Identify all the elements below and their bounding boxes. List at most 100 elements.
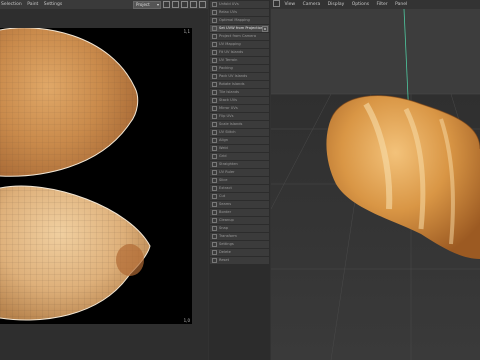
uv-layout-svg [0,28,155,324]
tool-item[interactable]: Relax UVs [210,9,269,16]
pin-icon[interactable] [172,1,179,8]
tool-icon [212,241,217,247]
tool-icon [212,217,217,223]
tool-label: Align [219,138,229,142]
tool-item[interactable]: Delete [210,249,269,256]
tool-item[interactable]: Straighten [210,161,269,168]
tool-item[interactable]: Packing [210,65,269,72]
tool-label: Packing [219,66,233,70]
tool-icon [212,105,217,111]
tool-label: Straighten [219,162,238,166]
tool-item[interactable]: Pack UV Islands [210,73,269,80]
tool-item[interactable]: Optimal Mapping [210,17,269,24]
tool-icon [212,169,217,175]
tool-label: UV Ruler [219,170,235,174]
menu-panel[interactable]: Panel [395,2,407,7]
3d-viewport[interactable]: View Camera Display Options Filter Panel [271,0,480,360]
tool-icon [212,33,217,39]
menu-display[interactable]: Display [328,2,345,7]
tool-label: Settings [219,242,234,246]
tool-label: Flip UVs [219,114,234,118]
tool-item[interactable]: Slice [210,177,269,184]
menu-camera[interactable]: Camera [303,2,321,7]
tool-item[interactable]: Settings [210,241,269,248]
tool-item[interactable]: Mirror UVs [210,105,269,112]
projection-select[interactable]: Project ▾ [133,0,161,9]
tool-label: UV Stitch [219,130,236,134]
tool-label: Weld [219,146,228,150]
texture-icon[interactable] [190,1,197,8]
uv-canvas[interactable]: 1,1 1,0 [0,28,192,324]
tool-item[interactable]: Transform [210,233,269,240]
tool-item[interactable]: Extract [210,185,269,192]
tool-icon [212,49,217,55]
viewport-icon [273,0,280,7]
tool-icon [212,209,217,215]
tool-label: Extract [219,186,232,190]
tool-label: Snap [219,226,229,230]
tool-label: Unfold UVs [219,2,239,6]
tool-item[interactable]: Snap [210,225,269,232]
uv-island-top[interactable] [0,28,150,178]
tool-item[interactable]: UV Terrain [210,57,269,64]
tool-item[interactable]: UV Stitch [210,129,269,136]
tool-item[interactable]: Tile Islands [210,89,269,96]
uv-editor-panel: Selection Paint Settings Project ▾ 1,1 1… [0,0,208,360]
tool-item[interactable]: Cleanup [210,217,269,224]
tool-icon [212,17,217,23]
tool-item[interactable]: Reset [210,257,269,264]
tool-item[interactable]: Scale Islands [210,121,269,128]
menu-filter[interactable]: Filter [377,2,388,7]
tool-label: Project from Camera [219,34,257,38]
tool-options-icon[interactable]: ⚙ [262,26,268,32]
tool-icon [212,145,217,151]
tool-icon [212,73,217,79]
grid-toggle-icon[interactable] [163,1,170,8]
uv-island-bottom[interactable] [0,178,155,324]
tool-item[interactable]: Fit UV Islands [210,49,269,56]
tool-icon [212,161,217,167]
menu-settings[interactable]: Settings [44,2,62,7]
tool-icon [212,121,217,127]
settings-icon[interactable] [199,1,206,8]
menu-options[interactable]: Options [352,2,369,7]
tool-icon [212,249,217,255]
tool-item[interactable]: Border [210,209,269,216]
tool-label: Rotate Islands [219,82,245,86]
tool-item[interactable]: Set UVW from Projection ⚙ [210,25,269,32]
tool-item[interactable]: Align [210,137,269,144]
tool-label: Reset [219,258,230,262]
tool-icon [212,25,217,31]
tool-label: Border [219,210,232,214]
tool-icon [212,201,217,207]
menu-selection[interactable]: Selection [1,2,22,7]
tool-label: Fit UV Islands [219,50,244,54]
uv-toolbar: Project ▾ [133,0,208,9]
tool-item[interactable]: Grid [210,153,269,160]
tool-item[interactable]: Cut [210,193,269,200]
tool-label: Transform [219,234,237,238]
tool-item[interactable]: Stack UVs [210,97,269,104]
tool-label: Tile Islands [219,90,239,94]
tool-item[interactable]: Rotate Islands [210,81,269,88]
uv-editor-menubar: Selection Paint Settings Project ▾ [0,0,208,9]
menu-view[interactable]: View [284,2,295,7]
tool-icon [212,113,217,119]
tool-item[interactable]: UV Ruler [210,169,269,176]
chevron-down-icon: ▾ [156,1,159,7]
layer-icon[interactable] [181,1,188,8]
tool-icon [212,129,217,135]
menu-paint[interactable]: Paint [27,2,38,7]
tool-item[interactable]: Flip UVs [210,113,269,120]
tool-item[interactable]: Project from Camera [210,33,269,40]
tool-item[interactable]: UV Mapping [210,41,269,48]
tool-item[interactable]: Seams [210,201,269,208]
tool-item[interactable]: Weld [210,145,269,152]
tool-icon [212,9,217,15]
tool-icon [212,225,217,231]
tool-label: Cut [219,194,226,198]
tool-label: Cleanup [219,218,234,222]
tool-item[interactable]: Unfold UVs [210,1,269,8]
tool-icon [212,193,217,199]
tool-icon [212,233,217,239]
